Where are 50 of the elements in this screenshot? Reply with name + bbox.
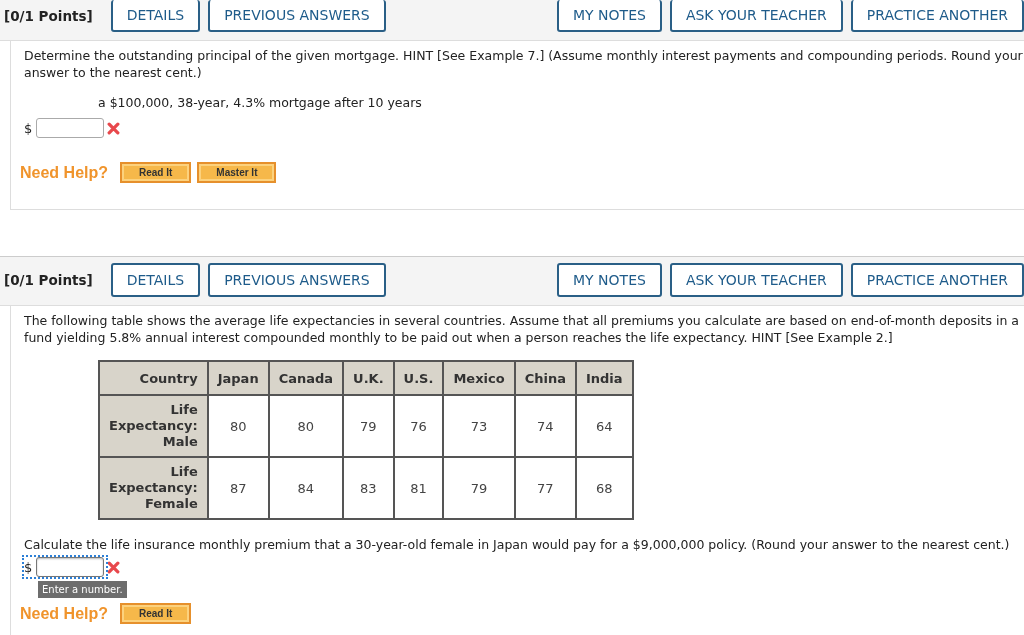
row-header-cell: Life Expectancy: Male xyxy=(99,395,208,457)
header-button[interactable]: DETAILS xyxy=(110,0,201,32)
header-button[interactable]: PREVIOUS ANSWERS xyxy=(208,0,386,32)
header-button[interactable]: MY NOTES xyxy=(557,0,662,32)
table-cell: 64 xyxy=(575,395,633,457)
table-cell: 80 xyxy=(207,395,269,457)
table-header-cell: U.K. xyxy=(343,361,394,395)
table-cell: 84 xyxy=(268,457,344,519)
points-label: [0/1 Points] xyxy=(4,8,93,24)
header-button[interactable]: MY NOTES xyxy=(557,263,662,297)
table-cell: 79 xyxy=(343,395,394,457)
table-header-cell: Country xyxy=(99,361,208,395)
table-cell: 76 xyxy=(393,395,444,457)
dollar-sign: $ xyxy=(24,559,33,575)
help-button[interactable]: Read It xyxy=(120,162,192,183)
table-cell: 74 xyxy=(514,395,576,457)
table-cell: 83 xyxy=(343,457,394,519)
table-header-cell: Japan xyxy=(207,361,269,395)
header-button[interactable]: PRACTICE ANOTHER xyxy=(850,0,1024,32)
table-header-cell: China xyxy=(514,361,576,395)
table-cell: 77 xyxy=(514,457,576,519)
help-button[interactable]: Read It xyxy=(120,603,192,624)
question-text: Calculate the life insurance monthly premium that a 30-year-old female in Japan would pay for a $9,000,000 policy. (Round your answer to the nearest cent.) xyxy=(24,536,1011,553)
header-button[interactable]: DETAILS xyxy=(110,263,201,297)
header-button[interactable]: PRACTICE ANOTHER xyxy=(850,263,1024,297)
need-help-label: Need Help? xyxy=(20,604,108,623)
answer-field[interactable] xyxy=(36,557,105,577)
header-button[interactable]: PREVIOUS ANSWERS xyxy=(208,263,386,297)
table-cell: 81 xyxy=(393,457,444,519)
tooltip: Enter a number. xyxy=(38,581,127,598)
help-button[interactable]: Master It xyxy=(197,162,277,183)
need-help-label: Need Help? xyxy=(20,163,108,182)
answer-field[interactable] xyxy=(36,118,105,138)
table-cell: 73 xyxy=(443,395,515,457)
header-button[interactable]: ASK YOUR TEACHER xyxy=(669,263,843,297)
table-cell: 79 xyxy=(443,457,515,519)
table-cell: 80 xyxy=(268,395,344,457)
table-header-cell: U.S. xyxy=(393,361,444,395)
dollar-sign: $ xyxy=(24,120,33,136)
table-cell: 68 xyxy=(575,457,633,519)
question-text: The following table shows the average life expectancies in several countries. Assume that all premiums you calculate are based on end-of-month deposits in a fund yielding 5.8% annual interest compounded monthly to be paid out when a person reaches the life expectancy. HINT [See Example 2.] xyxy=(24,312,1020,346)
table-header-cell: Mexico xyxy=(443,361,515,395)
question-text: a $100,000, 38-year, 4.3% mortgage after 10 years xyxy=(98,95,423,110)
points-label: [0/1 Points] xyxy=(4,272,93,288)
header-button[interactable]: ASK YOUR TEACHER xyxy=(669,0,843,32)
table-header-cell: Canada xyxy=(268,361,344,395)
table-header-cell: India xyxy=(575,361,633,395)
row-header-cell: Life Expectancy: Female xyxy=(99,457,208,519)
question-text: Determine the outstanding principal of the given mortgage. HINT [See Example 7.] (Assume monthly interest payments and compounding periods. Round your answer to the nearest cent.) xyxy=(24,47,1024,81)
table-cell: 87 xyxy=(207,457,269,519)
